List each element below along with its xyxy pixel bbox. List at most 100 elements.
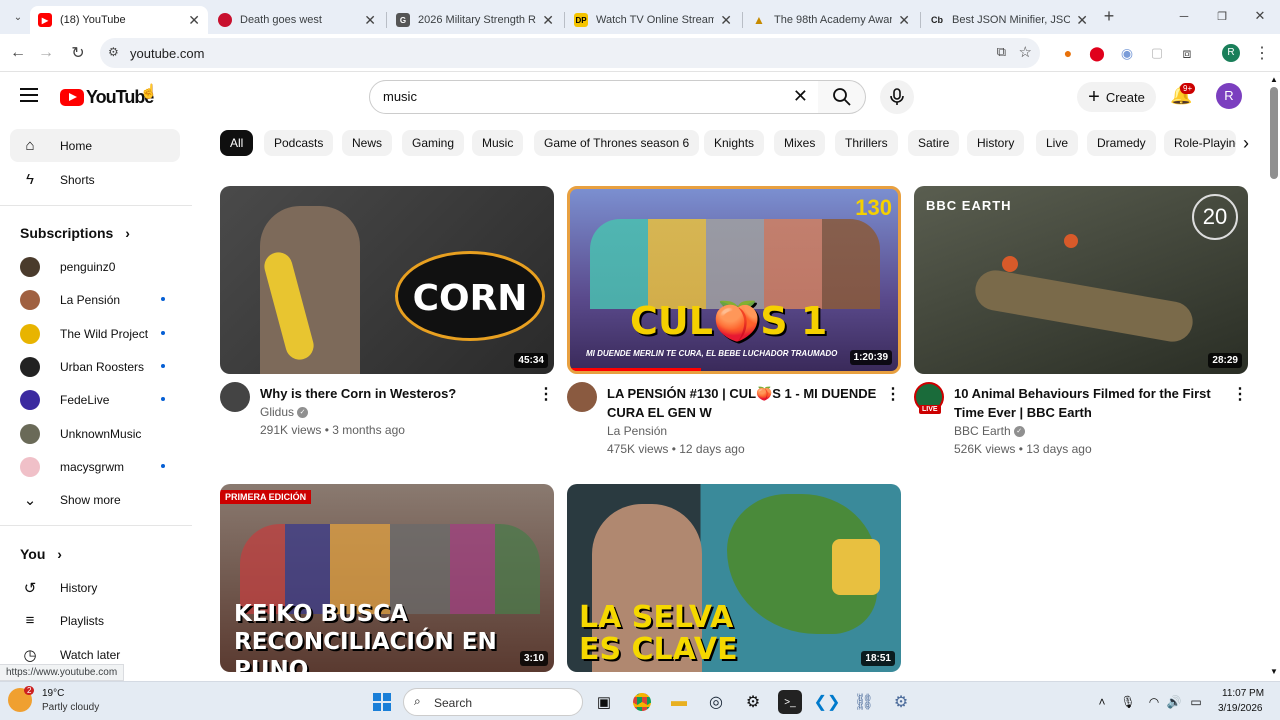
tab-military-strength[interactable]: G 2026 Military Strength Ranking ✕	[388, 6, 562, 34]
sidebar-item-subscription[interactable]: The Wild Project	[10, 317, 180, 350]
video-thumbnail[interactable]: 130 CUL🍑S 1 MI DUENDE MERLIN TE CURA, EL…	[567, 186, 901, 374]
chip-game-of-thrones[interactable]: Game of Thrones season 6	[534, 130, 700, 156]
chip-mixes[interactable]: Mixes	[774, 130, 826, 156]
more-options-icon[interactable]: ⋮	[1232, 384, 1248, 404]
sidebar-item-subscription[interactable]: FedeLive	[10, 383, 180, 416]
chip-live[interactable]: Live	[1036, 130, 1079, 156]
extension-orange-icon[interactable]: ●	[1058, 43, 1078, 63]
close-tab-icon[interactable]: ✕	[720, 12, 732, 29]
vscode-icon[interactable]: ❮❯	[814, 690, 841, 714]
create-button[interactable]: + Create	[1077, 82, 1156, 112]
more-options-icon[interactable]: ⋮	[885, 384, 901, 404]
app-icon[interactable]: ⚙	[741, 690, 765, 714]
close-window-icon[interactable]: ✕	[1250, 6, 1270, 26]
steam-icon[interactable]: ◎	[704, 690, 728, 714]
scroll-down-arrow-icon[interactable]: ▼	[1270, 667, 1278, 676]
close-tab-icon[interactable]: ✕	[188, 12, 200, 29]
sidebar-item-home[interactable]: ⌂ Home	[10, 129, 180, 162]
reload-icon[interactable]: ↻	[68, 43, 88, 63]
close-tab-icon[interactable]: ✕	[364, 12, 376, 29]
video-channel[interactable]: La Pensión	[607, 424, 667, 438]
bookmark-star-icon[interactable]: ☆	[1019, 43, 1032, 61]
you-heading[interactable]: You ›	[20, 546, 62, 562]
forward-arrow-icon[interactable]: →	[36, 43, 56, 63]
speaker-icon[interactable]: 🔊	[1162, 690, 1186, 714]
account-avatar[interactable]: R	[1216, 83, 1242, 109]
clear-search-icon[interactable]: ✕	[793, 86, 808, 107]
chip-history[interactable]: History	[967, 130, 1025, 156]
chip-knights[interactable]: Knights	[704, 130, 765, 156]
video-card[interactable]: BBC EARTH 20 28:29 LIVE 10 Animal Behavi…	[914, 186, 1248, 466]
video-thumbnail[interactable]: BBC EARTH 20 28:29	[914, 186, 1248, 374]
channel-avatar[interactable]	[567, 382, 597, 412]
sidebar-item-subscription[interactable]: penguinz0	[10, 250, 180, 283]
scrollbar-thumb[interactable]	[1270, 87, 1278, 179]
close-tab-icon[interactable]: ✕	[898, 12, 910, 29]
sidebar-item-history[interactable]: ↺ History	[10, 571, 180, 604]
video-thumbnail[interactable]: LA SELVA ES CLAVE 18:51	[567, 484, 901, 672]
show-more-button[interactable]: ⌄ Show more	[10, 483, 180, 516]
task-view-icon[interactable]: ▣	[592, 690, 616, 714]
chip-thrillers[interactable]: Thrillers	[835, 130, 898, 156]
maximize-icon[interactable]: ❐	[1212, 6, 1232, 26]
chip-news[interactable]: News	[342, 130, 393, 156]
minimize-icon[interactable]: ─	[1174, 6, 1194, 26]
video-card[interactable]: CORN 45:34 Why is there Corn in Westeros…	[220, 186, 554, 446]
chrome-icon[interactable]	[630, 690, 654, 714]
search-input[interactable]: music ✕	[369, 80, 819, 114]
chip-role-playing[interactable]: Role-Playing	[1164, 130, 1236, 156]
back-arrow-icon[interactable]: ←	[8, 43, 28, 63]
extension-red-icon[interactable]: ⬤	[1087, 43, 1107, 63]
page-scrollbar[interactable]: ▲ ▼	[1268, 73, 1280, 681]
channel-avatar[interactable]	[220, 382, 250, 412]
terminal-icon[interactable]: >_	[778, 690, 802, 714]
taskbar-date[interactable]: 3/19/2026	[1218, 703, 1263, 714]
video-card[interactable]: 130 CUL🍑S 1 MI DUENDE MERLIN TE CURA, EL…	[567, 186, 901, 466]
taskbar-time[interactable]: 11:07 PM	[1222, 688, 1264, 699]
battery-icon[interactable]: ▭	[1184, 690, 1208, 714]
install-app-icon[interactable]: ⧉	[997, 44, 1006, 60]
video-thumbnail[interactable]: PRIMERA EDICIÓN KEIKO BUSCA RECONCILIACI…	[220, 484, 554, 672]
close-tab-icon[interactable]: ✕	[542, 12, 554, 29]
site-info-icon[interactable]: ⚙	[108, 45, 119, 59]
video-channel[interactable]: Glidus ✓	[260, 405, 309, 419]
video-title[interactable]: Why is there Corn in Westeros?	[260, 384, 530, 403]
profile-avatar[interactable]: R	[1222, 44, 1240, 62]
sidebar-item-playlists[interactable]: ≡ Playlists	[10, 604, 180, 637]
close-tab-icon[interactable]: ✕	[1076, 12, 1088, 29]
notifications-button[interactable]: 🔔 9+	[1170, 83, 1196, 109]
browser-menu-icon[interactable]: ⋮	[1252, 43, 1272, 63]
file-explorer-icon[interactable]: ▬	[667, 690, 691, 714]
tab-youtube[interactable]: ▶ (18) YouTube ✕	[30, 6, 208, 34]
network-tool-icon[interactable]: ⛓	[852, 690, 876, 714]
tab-death-goes-west[interactable]: Death goes west ✕	[210, 6, 384, 34]
chip-music[interactable]: Music	[472, 130, 524, 156]
chip-dramedy[interactable]: Dramedy	[1087, 130, 1156, 156]
tab-watch-tv[interactable]: DP Watch TV Online Streaming ✕	[566, 6, 740, 34]
scroll-up-arrow-icon[interactable]: ▲	[1270, 75, 1278, 84]
sidebar-item-subscription[interactable]: Urban Roosters	[10, 350, 180, 383]
settings-icon[interactable]: ⚙	[889, 690, 913, 714]
extensions-puzzle-icon[interactable]: ⧈	[1177, 43, 1197, 63]
extension-gray-icon[interactable]: ▢	[1147, 43, 1167, 63]
video-card[interactable]: LA SELVA ES CLAVE 18:51	[567, 484, 901, 672]
sidebar-item-shorts[interactable]: ϟ Shorts	[10, 163, 180, 196]
tab-json-minifier[interactable]: Cb Best JSON Minifier, JSON M ✕	[922, 6, 1096, 34]
sidebar-item-subscription[interactable]: UnknownMusic	[10, 417, 180, 450]
chevron-up-icon[interactable]: ˄	[1090, 690, 1114, 714]
sidebar-item-subscription[interactable]: macysgrwm	[10, 450, 180, 483]
search-button[interactable]	[818, 80, 866, 114]
weather-widget[interactable]: 2 19°C Partly cloudy	[8, 686, 128, 718]
chip-satire[interactable]: Satire	[908, 130, 960, 156]
tab-search-icon[interactable]: ⌄	[8, 7, 28, 27]
video-channel[interactable]: BBC Earth ✓	[954, 424, 1025, 438]
chips-next-arrow-icon[interactable]: ›	[1236, 130, 1256, 156]
taskbar-search[interactable]: ⌕ Search	[403, 688, 583, 716]
chip-gaming[interactable]: Gaming	[402, 130, 465, 156]
tab-academy-awards[interactable]: ▲ The 98th Academy Awards ✕	[744, 6, 918, 34]
hamburger-menu-icon[interactable]	[20, 88, 38, 102]
chip-podcasts[interactable]: Podcasts	[264, 130, 334, 156]
sidebar-item-subscription[interactable]: La Pensión	[10, 283, 180, 316]
subscriptions-heading[interactable]: Subscriptions ›	[20, 225, 130, 241]
video-card[interactable]: PRIMERA EDICIÓN KEIKO BUSCA RECONCILIACI…	[220, 484, 554, 672]
